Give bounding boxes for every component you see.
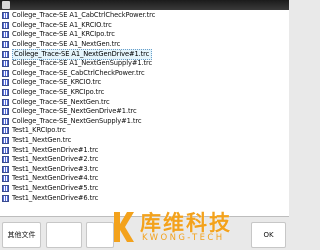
trace-file-icon xyxy=(2,185,9,193)
file-list-item[interactable]: Test1_NextGenDrive#6.trc xyxy=(2,193,132,203)
blank-button-1[interactable] xyxy=(46,222,82,248)
file-list-item[interactable]: College_Trace-SE A1_NextGenSupply#1.trc xyxy=(2,59,152,69)
file-name-label: Test1_NextGenDrive#2.trc xyxy=(12,155,99,164)
file-list-item[interactable]: College_Trace-SE_NextGen.trc xyxy=(2,97,132,107)
file-list-item[interactable]: College_Trace-SE A1_NextGenDrive#1.trc xyxy=(2,48,153,60)
trace-file-icon xyxy=(2,60,9,68)
trace-file-icon xyxy=(2,127,9,135)
trace-file-icon xyxy=(2,137,9,145)
file-list-item[interactable]: Test1_NextGen.trc xyxy=(2,136,132,146)
trace-file-icon xyxy=(2,31,9,39)
file-name-label: College_Trace-SE_NextGen.trc xyxy=(12,97,110,106)
trace-file-icon xyxy=(2,41,9,49)
file-name-label: College_Trace-SE_CabCtrlCheckPower.trc xyxy=(12,68,145,77)
file-name-label: Test1_NextGenDrive#6.trc xyxy=(12,193,99,202)
trace-file-icon xyxy=(2,117,9,125)
ok-button[interactable]: OK xyxy=(251,222,286,248)
window-icon xyxy=(2,1,10,9)
file-name-label: Test1_NextGenDrive#1.trc xyxy=(12,145,99,154)
file-name-label: College_Trace-SE_KRCIO.trc xyxy=(12,78,102,87)
trace-file-icon xyxy=(2,194,9,202)
trace-file-icon xyxy=(2,98,9,106)
file-name-label: Test1_NextGenDrive#5.trc xyxy=(12,184,99,193)
file-list-item[interactable]: College_Trace-SE A1_KRCIpo.trc xyxy=(2,30,132,40)
file-name-label: College_Trace-SE_NextGenSupply#1.trc xyxy=(12,116,142,125)
file-list-item[interactable]: College_Trace-SE_KRCIpo.trc xyxy=(2,88,132,98)
file-name-label: College_Trace-SE_KRCIpo.trc xyxy=(12,88,105,97)
file-name-label: Test1_NextGenDrive#4.trc xyxy=(12,174,99,183)
file-name-label: Test1_NextGenDrive#3.trc xyxy=(12,164,99,173)
file-name-label: College_Trace-SE A1_KRCIpo.trc xyxy=(12,30,115,39)
file-name-label: College_Trace-SE_NextGenDrive#1.trc xyxy=(12,107,137,116)
file-list-item[interactable]: College_Trace-SE_NextGenSupply#1.trc xyxy=(2,117,142,127)
file-name-label: College_Trace-SE A1_NextGenSupply#1.trc xyxy=(12,59,153,68)
trace-file-icon xyxy=(2,12,9,20)
trace-file-icon xyxy=(2,156,9,164)
file-list-item[interactable]: College_Trace-SE_NextGenDrive#1.trc xyxy=(2,107,137,117)
window-titlebar xyxy=(0,0,289,10)
file-name-label: College_Trace-SE A1_CabCtrlCheckPower.tr… xyxy=(12,11,156,20)
file-list-item[interactable]: College_Trace-SE A1_KRCIO.trc xyxy=(2,21,132,31)
trace-file-icon xyxy=(2,165,9,173)
file-name-label: Test1_NextGen.trc xyxy=(12,136,72,145)
other-files-button[interactable]: 其他文件 xyxy=(2,222,41,248)
file-list-item[interactable]: Test1_NextGenDrive#1.trc xyxy=(2,145,132,155)
file-list-item[interactable]: College_Trace-SE A1_CabCtrlCheckPower.tr… xyxy=(2,11,155,21)
trace-file-icon xyxy=(2,146,9,154)
file-list-item[interactable]: Test1_NextGenDrive#3.trc xyxy=(2,165,132,175)
file-list-item[interactable]: College_Trace-SE_CabCtrlCheckPower.trc xyxy=(2,69,145,79)
file-list-item[interactable]: Test1_NextGenDrive#4.trc xyxy=(2,174,132,184)
file-name-label: College_Trace-SE A1_KRCIO.trc xyxy=(12,20,112,29)
trace-file-icon xyxy=(2,175,9,183)
watermark-en-text: KWONG-TECH xyxy=(142,233,225,243)
watermark: 库维科技 KWONG-TECH xyxy=(110,206,250,246)
file-list-item[interactable]: Test1_NextGenDrive#2.trc xyxy=(2,155,132,165)
trace-file-icon xyxy=(2,79,9,87)
trace-file-icon xyxy=(2,108,9,116)
file-list-item[interactable]: Test1_KRCIpo.trc xyxy=(2,126,132,136)
trace-file-list[interactable]: College_Trace-SE A1_CabCtrlCheckPower.tr… xyxy=(0,10,289,217)
trace-file-icon xyxy=(2,21,9,29)
kwong-tech-logo-icon xyxy=(114,212,134,242)
file-list-item[interactable]: College_Trace-SE_KRCIO.trc xyxy=(2,78,132,88)
file-list-item[interactable]: Test1_NextGenDrive#5.trc xyxy=(2,184,132,194)
trace-file-icon xyxy=(2,69,9,77)
trace-file-icon xyxy=(2,50,9,58)
trace-file-icon xyxy=(2,89,9,97)
file-name-label: Test1_KRCIpo.trc xyxy=(12,126,66,135)
